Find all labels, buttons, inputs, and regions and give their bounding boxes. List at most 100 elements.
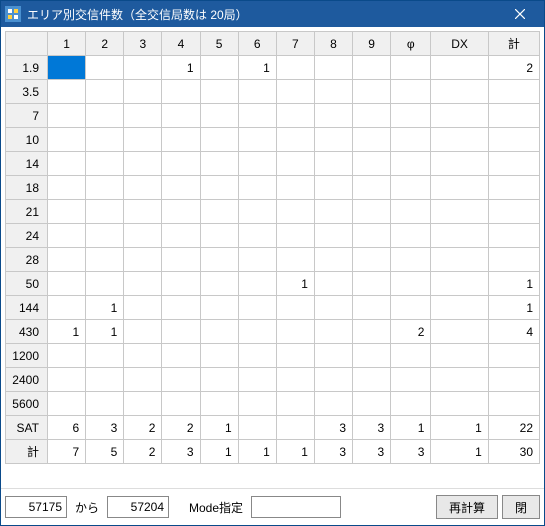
cell[interactable]: 1 xyxy=(86,296,124,320)
cell[interactable] xyxy=(391,272,431,296)
cell[interactable] xyxy=(391,56,431,80)
cell[interactable] xyxy=(86,224,124,248)
cell[interactable] xyxy=(353,368,391,392)
cell[interactable]: 1 xyxy=(48,320,86,344)
cell[interactable] xyxy=(276,296,314,320)
cell[interactable] xyxy=(48,248,86,272)
cell[interactable] xyxy=(162,128,200,152)
cell[interactable] xyxy=(314,200,352,224)
cell[interactable] xyxy=(200,128,238,152)
col-header[interactable]: 3 xyxy=(124,32,162,56)
cell[interactable] xyxy=(391,392,431,416)
cell[interactable] xyxy=(200,200,238,224)
cell[interactable] xyxy=(162,152,200,176)
cell[interactable] xyxy=(431,200,488,224)
col-header[interactable]: 7 xyxy=(276,32,314,56)
cell[interactable] xyxy=(48,392,86,416)
col-header[interactable]: DX xyxy=(431,32,488,56)
cell[interactable] xyxy=(48,152,86,176)
cell[interactable] xyxy=(238,224,276,248)
cell[interactable] xyxy=(200,320,238,344)
cell[interactable] xyxy=(431,320,488,344)
cell[interactable] xyxy=(86,176,124,200)
cell[interactable]: 3 xyxy=(353,440,391,464)
row-header[interactable]: 28 xyxy=(6,248,48,272)
cell[interactable] xyxy=(353,200,391,224)
cell[interactable]: 4 xyxy=(488,320,539,344)
cell[interactable]: 1 xyxy=(488,296,539,320)
cell[interactable]: 2 xyxy=(124,440,162,464)
cell[interactable] xyxy=(391,176,431,200)
col-header[interactable]: φ xyxy=(391,32,431,56)
cell[interactable]: 2 xyxy=(124,416,162,440)
row-header[interactable]: 2400 xyxy=(6,368,48,392)
cell[interactable]: 2 xyxy=(488,56,539,80)
cell[interactable] xyxy=(48,104,86,128)
cell[interactable]: 1 xyxy=(200,416,238,440)
cell[interactable] xyxy=(276,176,314,200)
cell[interactable] xyxy=(431,224,488,248)
row-header[interactable]: 24 xyxy=(6,224,48,248)
cell[interactable]: 1 xyxy=(238,56,276,80)
cell[interactable] xyxy=(162,272,200,296)
cell[interactable] xyxy=(314,80,352,104)
cell[interactable] xyxy=(314,104,352,128)
cell[interactable] xyxy=(276,344,314,368)
cell[interactable] xyxy=(391,248,431,272)
cell[interactable] xyxy=(86,248,124,272)
cell[interactable] xyxy=(124,200,162,224)
cell[interactable] xyxy=(200,344,238,368)
cell[interactable] xyxy=(238,128,276,152)
cell[interactable] xyxy=(276,368,314,392)
cell[interactable] xyxy=(488,368,539,392)
cell[interactable] xyxy=(200,248,238,272)
cell[interactable] xyxy=(124,320,162,344)
cell[interactable] xyxy=(353,296,391,320)
row-header[interactable]: 144 xyxy=(6,296,48,320)
cell[interactable] xyxy=(238,200,276,224)
col-header[interactable]: 計 xyxy=(488,32,539,56)
cell[interactable] xyxy=(124,248,162,272)
row-header[interactable]: 14 xyxy=(6,152,48,176)
cell[interactable] xyxy=(124,296,162,320)
col-header[interactable]: 5 xyxy=(200,32,238,56)
cell[interactable]: 1 xyxy=(488,272,539,296)
cell[interactable] xyxy=(48,224,86,248)
cell[interactable] xyxy=(488,224,539,248)
cell[interactable] xyxy=(353,392,391,416)
recalc-button[interactable]: 再計算 xyxy=(436,495,498,519)
cell[interactable]: 1 xyxy=(431,416,488,440)
col-header[interactable]: 8 xyxy=(314,32,352,56)
cell[interactable] xyxy=(314,272,352,296)
row-header[interactable]: 50 xyxy=(6,272,48,296)
cell[interactable] xyxy=(86,392,124,416)
cell[interactable]: 22 xyxy=(488,416,539,440)
cell[interactable]: 1 xyxy=(431,440,488,464)
cell[interactable] xyxy=(391,296,431,320)
cell[interactable] xyxy=(353,344,391,368)
cell[interactable] xyxy=(48,128,86,152)
cell[interactable] xyxy=(200,80,238,104)
cell[interactable] xyxy=(353,176,391,200)
cell[interactable] xyxy=(124,152,162,176)
cell[interactable] xyxy=(238,296,276,320)
cell[interactable]: 2 xyxy=(162,416,200,440)
cell[interactable] xyxy=(314,224,352,248)
cell[interactable] xyxy=(391,128,431,152)
cell[interactable] xyxy=(314,368,352,392)
cell[interactable] xyxy=(276,200,314,224)
row-header[interactable]: 計 xyxy=(6,440,48,464)
cell[interactable] xyxy=(431,152,488,176)
cell[interactable] xyxy=(391,224,431,248)
cell[interactable] xyxy=(162,200,200,224)
cell[interactable] xyxy=(124,272,162,296)
row-header[interactable]: 21 xyxy=(6,200,48,224)
cell[interactable] xyxy=(431,80,488,104)
cell[interactable] xyxy=(238,368,276,392)
cell[interactable] xyxy=(238,104,276,128)
cell[interactable] xyxy=(488,152,539,176)
cell[interactable] xyxy=(431,248,488,272)
cell[interactable] xyxy=(124,224,162,248)
cell[interactable]: 3 xyxy=(391,440,431,464)
cell[interactable] xyxy=(124,128,162,152)
